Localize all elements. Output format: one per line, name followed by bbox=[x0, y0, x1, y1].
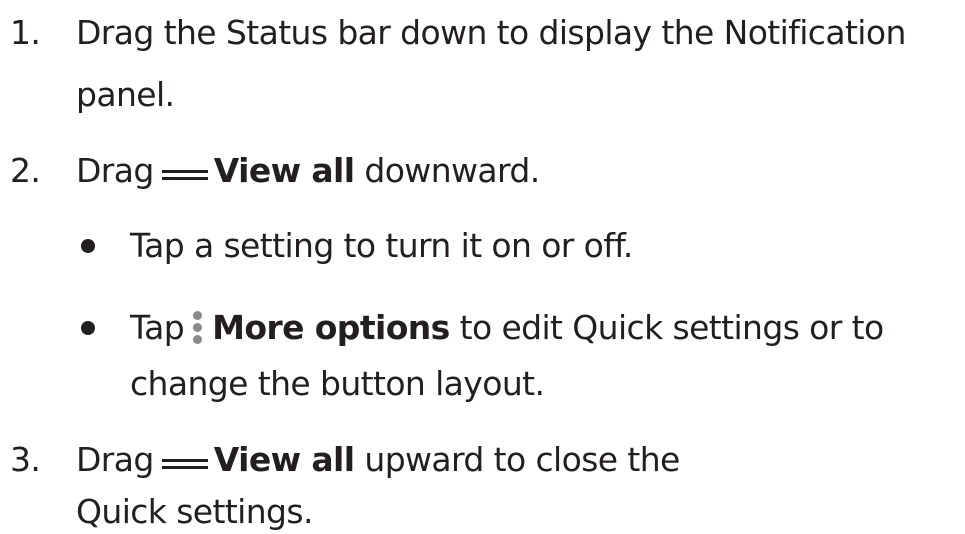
step-3-text-line-2: Quick settings. bbox=[76, 492, 313, 531]
step-2-pre: Drag bbox=[76, 151, 154, 190]
step-1-text-line-2: panel. bbox=[76, 75, 175, 114]
step-3-post: upward to close the bbox=[364, 440, 680, 479]
step-3-bold-view-all: View all bbox=[213, 440, 355, 479]
step-3-pre: Drag bbox=[76, 440, 154, 479]
bullet-2-text-line-1: Tap More options to edit Quick settings o… bbox=[130, 308, 884, 350]
step-3-text-line-1: Drag View all upward to close the bbox=[76, 440, 680, 480]
bullet-2-pre: Tap bbox=[130, 308, 185, 347]
more-options-icon bbox=[190, 308, 204, 348]
bullet-1-text: Tap a setting to turn it on or off. bbox=[130, 226, 633, 265]
step-1-number: 1. bbox=[10, 13, 41, 52]
drag-handle-icon bbox=[161, 169, 208, 180]
step-2-bold-view-all: View all bbox=[213, 151, 355, 190]
step-2-text: Drag View all downward. bbox=[76, 151, 540, 191]
step-2-number: 2. bbox=[10, 151, 41, 190]
step-1-text-line-1: Drag the Status bar down to display the … bbox=[76, 13, 906, 52]
bullet-2-text-line-2: change the button layout. bbox=[130, 364, 545, 403]
bullet-2-bold-more-options: More options bbox=[212, 308, 450, 347]
bullet-1-dot bbox=[81, 239, 95, 253]
step-3-number: 3. bbox=[10, 440, 41, 479]
bullet-2-dot bbox=[81, 321, 95, 335]
drag-handle-icon bbox=[161, 458, 208, 469]
bullet-2-post: to edit Quick settings or to bbox=[459, 308, 885, 347]
step-2-post: downward. bbox=[364, 151, 540, 190]
